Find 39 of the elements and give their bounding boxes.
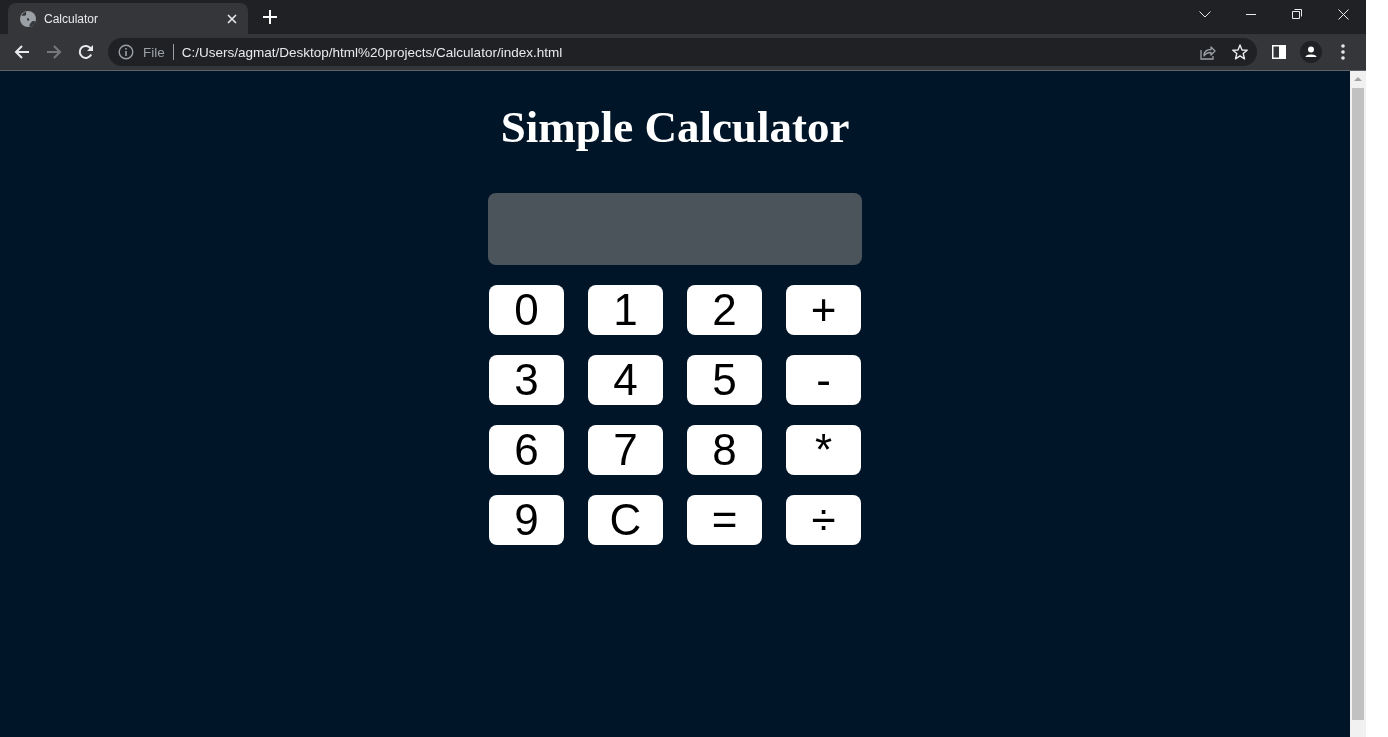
close-tab-icon[interactable] <box>227 13 237 24</box>
address-bar[interactable]: File C:/Users/agmat/Desktop/html%20projects/Calculator/index.html <box>108 38 1257 66</box>
page-heading: Simple Calculator <box>500 101 850 153</box>
side-panel-icon[interactable] <box>1272 45 1286 59</box>
calculator-key[interactable]: 5 <box>687 355 762 405</box>
calculator-key[interactable]: * <box>786 425 861 475</box>
browser-tab[interactable]: Calculator <box>8 3 248 34</box>
new-tab-plus-icon[interactable] <box>263 10 277 24</box>
menu-icon[interactable] <box>1341 44 1345 60</box>
minimize-icon[interactable] <box>1246 13 1256 15</box>
info-icon[interactable] <box>118 44 134 60</box>
arrow-left-icon[interactable] <box>14 44 30 60</box>
calculator-key[interactable]: 8 <box>687 425 762 475</box>
calculator-key[interactable]: 3 <box>489 355 564 405</box>
scrollbar-thumb[interactable] <box>1352 88 1364 720</box>
globe-icon <box>20 10 36 27</box>
restore-icon[interactable] <box>1292 9 1302 19</box>
share-icon[interactable] <box>1200 44 1216 60</box>
display-field[interactable] <box>488 193 862 265</box>
calculator-key[interactable]: C <box>588 495 663 545</box>
chevron-down-icon[interactable] <box>1199 10 1211 18</box>
reload-icon[interactable] <box>78 44 94 60</box>
calculator-key[interactable]: + <box>786 285 861 335</box>
url-text: C:/Users/agmat/Desktop/html%20projects/Calculator/index.html <box>181 44 564 60</box>
calculator-key[interactable]: ÷ <box>786 495 861 545</box>
close-window-icon[interactable] <box>1337 8 1349 20</box>
calculator-key[interactable]: 1 <box>588 285 663 335</box>
calculator-key[interactable]: 4 <box>588 355 663 405</box>
file-label: File <box>143 44 165 60</box>
profile-icon[interactable] <box>1300 41 1322 63</box>
calculator-key[interactable]: 6 <box>489 425 564 475</box>
calculator-key[interactable]: 7 <box>588 425 663 475</box>
star-icon[interactable] <box>1232 44 1248 60</box>
scrollbar[interactable] <box>1350 71 1366 737</box>
calculator-key[interactable]: 0 <box>489 285 564 335</box>
calculator-key[interactable]: = <box>687 495 762 545</box>
calculator-key[interactable]: 2 <box>687 285 762 335</box>
calculator-key[interactable]: 9 <box>489 495 564 545</box>
calculator-key[interactable]: - <box>786 355 861 405</box>
